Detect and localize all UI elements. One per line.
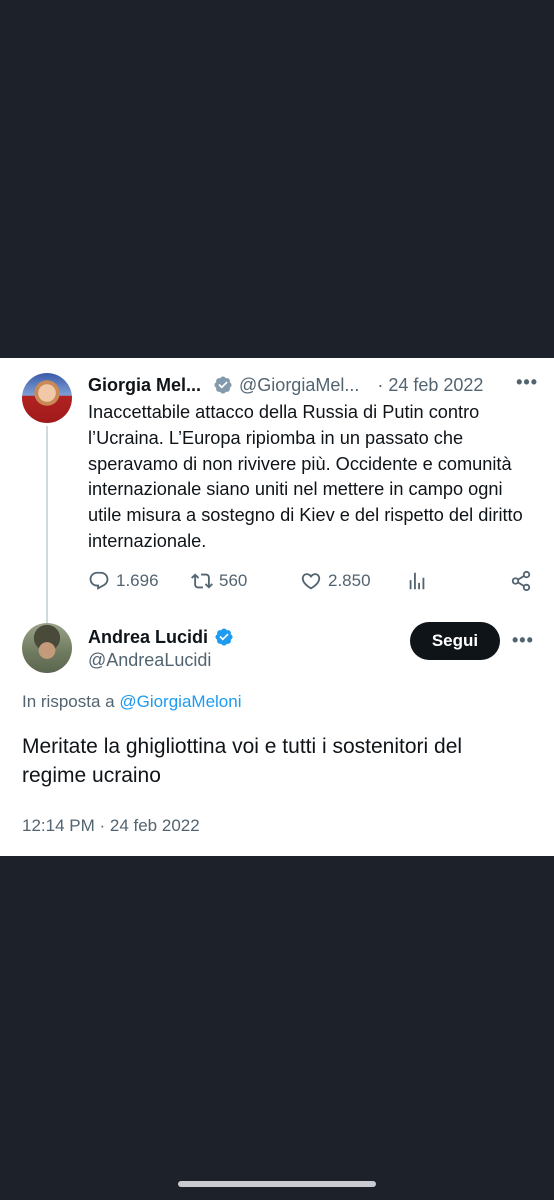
- reply-author-name-row: Andrea Lucidi: [88, 624, 234, 650]
- reply-tweet-text: Meritate la ghigliottina voi e tutti i s…: [22, 735, 463, 787]
- thread-connector-line: [46, 426, 48, 626]
- reply-prefix: In risposta a: [22, 692, 115, 711]
- retweet-count: 560: [219, 571, 248, 590]
- more-options-icon[interactable]: •••: [516, 372, 538, 393]
- parent-author-name[interactable]: Giorgia Mel...: [88, 375, 201, 396]
- reply-count: 1.696: [116, 571, 159, 590]
- reply-author-name[interactable]: Andrea Lucidi: [88, 627, 208, 648]
- views-action[interactable]: [406, 568, 434, 594]
- follow-button[interactable]: Segui: [410, 622, 500, 660]
- home-indicator-bar[interactable]: [178, 1181, 376, 1187]
- parent-tweet-date[interactable]: · 24 feb 2022: [377, 375, 483, 396]
- heart-icon: [301, 573, 321, 590]
- reply-context: In risposta a @GiorgiaMeloni: [22, 692, 241, 712]
- analytics-icon: [409, 572, 425, 590]
- parent-author-avatar[interactable]: [22, 373, 72, 423]
- like-count: 2.850: [328, 571, 371, 590]
- parent-tweet-text: Inaccettabile attacco della Russia di Pu…: [88, 402, 523, 551]
- tweet-card: Giorgia Mel... @GiorgiaMel... · 24 feb 2…: [0, 358, 554, 856]
- parent-tweet-header: Giorgia Mel... @GiorgiaMel... · 24 feb 2…: [88, 372, 538, 398]
- parent-tweet-actions: 1.696 560 2.850: [88, 568, 538, 594]
- reply-author-avatar[interactable]: [22, 623, 72, 673]
- reply-to-mention-link[interactable]: @GiorgiaMeloni: [119, 692, 241, 711]
- like-action[interactable]: 2.850: [300, 568, 371, 594]
- share-action[interactable]: [510, 568, 538, 594]
- parent-author-handle[interactable]: @GiorgiaMel...: [239, 375, 359, 396]
- share-icon: [511, 570, 531, 592]
- reply-action[interactable]: 1.696: [88, 568, 159, 594]
- verified-badge-icon: [215, 628, 233, 646]
- reply-timestamp[interactable]: 12:14 PM · 24 feb 2022: [22, 816, 200, 836]
- more-options-icon[interactable]: •••: [512, 630, 534, 651]
- gov-verified-badge-icon: [213, 375, 233, 395]
- retweet-icon: [191, 573, 213, 589]
- reply-author-handle[interactable]: @AndreaLucidi: [88, 650, 211, 671]
- reply-icon: [89, 571, 109, 590]
- retweet-action[interactable]: 560: [191, 568, 247, 594]
